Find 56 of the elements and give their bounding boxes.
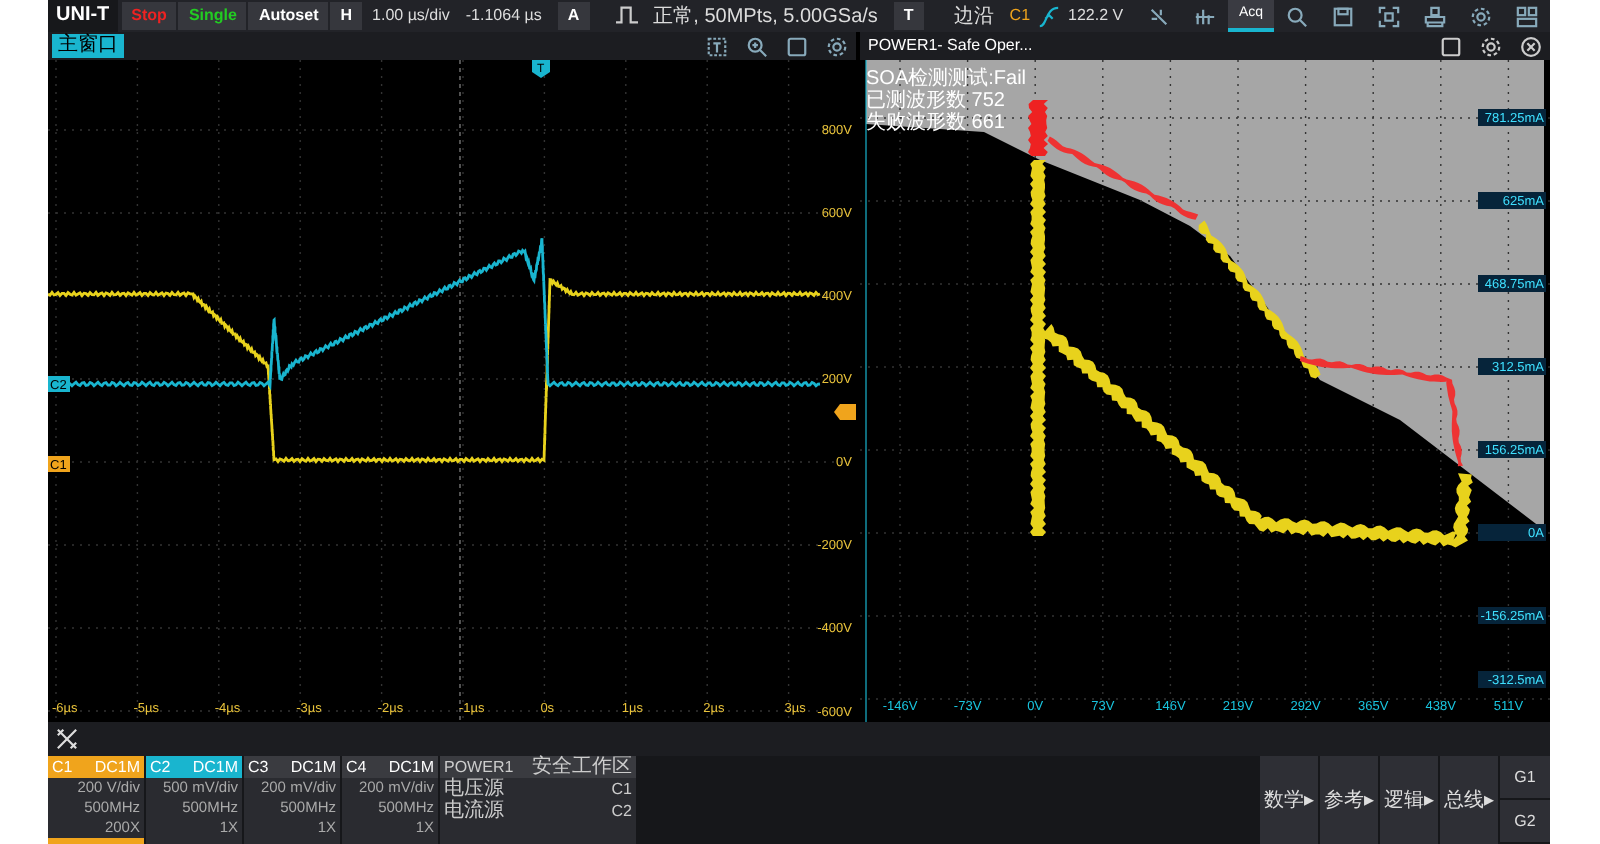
trigger-level: 122.2 V xyxy=(1066,4,1126,28)
coupling-text: DC1M xyxy=(94,756,140,778)
search-icon xyxy=(1286,5,1308,27)
zoom-icon[interactable] xyxy=(745,35,767,57)
floppy-icon xyxy=(1332,5,1354,27)
acquisition-info: 正常, 50MPts, 5.00GSa/s xyxy=(651,3,880,31)
main-window-tab[interactable]: 主窗口 xyxy=(52,34,124,58)
screenshot-icon xyxy=(1378,5,1400,27)
settings-icon[interactable] xyxy=(825,35,847,57)
group-button[interactable]: G2 xyxy=(1500,800,1550,842)
settings-icon xyxy=(1470,5,1492,27)
pulse-icon xyxy=(615,4,638,27)
source-label: 电压源 xyxy=(444,778,504,800)
single-button[interactable]: Single xyxy=(178,2,247,30)
group-button[interactable]: G1 xyxy=(1500,756,1550,798)
trigger-box-icon[interactable] xyxy=(705,35,727,57)
menu-button[interactable]: 总线▸ xyxy=(1438,756,1498,844)
cross-icon[interactable] xyxy=(56,728,78,750)
coupling-text: DC1M xyxy=(290,756,336,778)
delay-text: -1.1064 µs xyxy=(463,4,544,28)
power-function: 安全工作区 xyxy=(532,756,632,778)
channel-name: C1 xyxy=(52,756,73,778)
settings-icon[interactable] xyxy=(1479,35,1501,57)
coupling-text: DC1M xyxy=(388,756,434,778)
timebase-text: 1.00 µs/div xyxy=(370,4,452,28)
soa-status-text: SOA检测测试:Fail xyxy=(866,68,1027,90)
cursor-icon xyxy=(1148,5,1170,27)
source-value: C2 xyxy=(611,800,632,822)
channel-name: C4 xyxy=(346,756,367,778)
printer-icon xyxy=(1424,5,1446,27)
trigger-type: 边沿 xyxy=(951,3,996,31)
menu-button[interactable]: 数学▸ xyxy=(1258,756,1318,844)
menu-button[interactable]: 参考▸ xyxy=(1318,756,1378,844)
source-value: C1 xyxy=(611,778,632,800)
window-icon[interactable] xyxy=(1439,35,1461,57)
layout-icon xyxy=(1516,5,1538,27)
power-panel[interactable]: POWER1 安全工作区 电压源 C1 电流源 C2 xyxy=(440,756,636,844)
trigger-level-marker[interactable] xyxy=(834,404,856,420)
autoset-button[interactable]: Autoset xyxy=(248,2,329,30)
channel-name: C3 xyxy=(248,756,269,778)
source-label: 电流源 xyxy=(444,800,504,822)
close-icon[interactable] xyxy=(1519,35,1541,57)
trigger-button[interactable]: T xyxy=(893,2,924,30)
acquire-button[interactable]: A xyxy=(557,2,590,30)
horizontal-button[interactable]: H xyxy=(330,2,363,30)
window-title: POWER1- Safe Oper... xyxy=(866,34,1035,58)
trigger-source: C1 xyxy=(1007,4,1033,28)
menu-button[interactable]: 逻辑▸ xyxy=(1378,756,1438,844)
logo: UNI-T xyxy=(48,0,118,32)
coupling-text: DC1M xyxy=(192,756,238,778)
window-icon[interactable] xyxy=(785,35,807,57)
soa-status-text: 已测波形数 752 xyxy=(866,90,1005,112)
edge-icon xyxy=(1038,5,1061,27)
channel-name: C2 xyxy=(150,756,171,778)
measure-icon xyxy=(1194,5,1216,27)
power-name: POWER1 xyxy=(444,756,514,777)
